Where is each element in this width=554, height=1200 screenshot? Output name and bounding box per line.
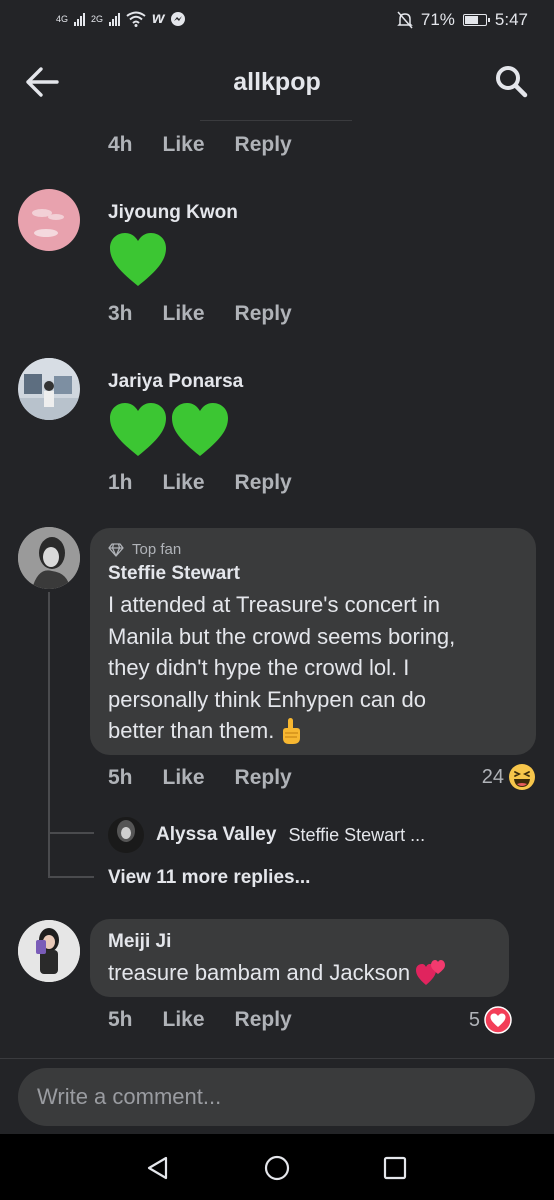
status-bar: 4G 2G w 71% 5:47 [0,0,554,42]
comment-emoji [108,232,168,293]
signal-icon [74,12,86,26]
reaction-count: 24 [481,765,504,788]
comment-time: 5h [108,1008,133,1031]
search-icon [496,66,528,98]
circle-home-icon [264,1155,290,1181]
haha-icon [509,764,535,790]
green-heart-icon [110,403,166,456]
comment-actions: 5h Like Reply [108,1008,292,1032]
comment-text-line: Manila but the crowd seems boring, [108,623,456,649]
comment-text-line: they didn't hype the crowd lol. I [108,655,410,680]
like-button[interactable]: Like [163,766,205,790]
system-nav-bar [0,1134,554,1200]
page-title: allkpop [233,68,321,96]
comment-time: 5h [108,766,133,789]
comment-text: I attended at Treasure's concert in Mani… [108,589,455,747]
reply-author[interactable]: Alyssa Valley [156,824,276,846]
comment-actions: 4h Like Reply [108,133,292,157]
commenter-name[interactable]: Meiji Ji [108,931,171,953]
thread-connector [48,876,94,878]
like-button[interactable]: Like [163,133,205,157]
avatar[interactable] [18,189,80,251]
reply-snippet: Steffie Stewart ... [288,824,426,845]
comment-text-line: better than them. [108,718,281,743]
green-heart-icon [172,403,228,456]
commenter-name[interactable]: Jariya Ponarsa [108,371,243,393]
comment-time: 1h [108,471,133,494]
two-hearts-icon [416,959,446,985]
webtoon-icon: w [152,10,165,27]
comment-text-line: I attended at Treasure's concert in [108,592,440,617]
clock: 5:47 [494,10,528,29]
triangle-back-icon [147,1156,168,1180]
avatar[interactable] [18,920,80,982]
avatar [108,817,144,853]
view-more-replies[interactable]: View 11 more replies... [108,867,310,889]
top-fan-badge: Top fan [108,541,181,558]
square-recents-icon [383,1156,407,1180]
battery-icon [462,14,490,26]
thread-connector [48,832,94,834]
nav-recents-button[interactable] [381,1154,409,1182]
comment-time: 4h [108,133,133,156]
reply-button[interactable]: Reply [235,302,292,326]
comment-text-line: treasure bambam and Jackson [108,960,417,985]
app-header: allkpop [0,52,554,114]
messenger-icon [171,12,186,26]
comment-emoji [108,402,230,458]
reply-button[interactable]: Reply [235,471,292,495]
reaction-summary[interactable]: 24 [482,763,536,791]
comment-actions: 1h Like Reply [108,471,292,495]
comment-actions: 3h Like Reply [108,302,292,326]
commenter-name[interactable]: Steffie Stewart [108,563,240,585]
comment-text-line: personally think Enhypen can do [108,686,426,712]
signal-icon-2 [109,12,121,26]
diamond-icon [108,542,124,557]
like-button[interactable]: Like [163,471,205,495]
nav-back-button[interactable] [144,1154,172,1182]
reply-button[interactable]: Reply [235,133,292,157]
hand-emoji-icon [283,717,301,744]
love-icon [484,1006,512,1034]
avatar[interactable] [18,358,80,420]
top-fan-label: Top fan [132,541,182,558]
network-type-1: 4G [56,14,69,24]
like-button[interactable]: Like [163,302,205,326]
battery-percent: 71% [420,10,455,29]
comment-bubble[interactable]: Top fan Steffie Stewart I attended at Tr… [90,528,536,755]
comment-input[interactable] [37,1084,516,1110]
reply-button[interactable]: Reply [235,1008,292,1032]
like-button[interactable]: Like [163,1008,205,1032]
comment-text: treasure bambam and Jackson [108,957,446,989]
bell-off-icon [397,11,413,29]
green-heart-icon [110,233,166,286]
header-divider [200,120,352,121]
comment-actions: 5h Like Reply [108,766,292,790]
reaction-count: 5 [468,1008,480,1031]
network-type-2: 2G [91,14,104,24]
composer-divider [0,1058,554,1059]
comment-composer[interactable] [18,1068,535,1126]
reply-preview[interactable]: Alyssa Valley Steffie Stewart ... [108,817,425,853]
commenter-name[interactable]: Jiyoung Kwon [108,202,238,224]
comment-bubble[interactable]: Meiji Ji treasure bambam and Jackson [90,919,509,997]
comment-time: 3h [108,302,133,325]
reaction-summary[interactable]: 5 [469,1006,512,1034]
wifi-icon [126,11,146,27]
search-button[interactable] [494,64,530,100]
thread-line [48,592,50,878]
nav-home-button[interactable] [263,1154,291,1182]
avatar[interactable] [18,527,80,589]
reply-button[interactable]: Reply [235,766,292,790]
